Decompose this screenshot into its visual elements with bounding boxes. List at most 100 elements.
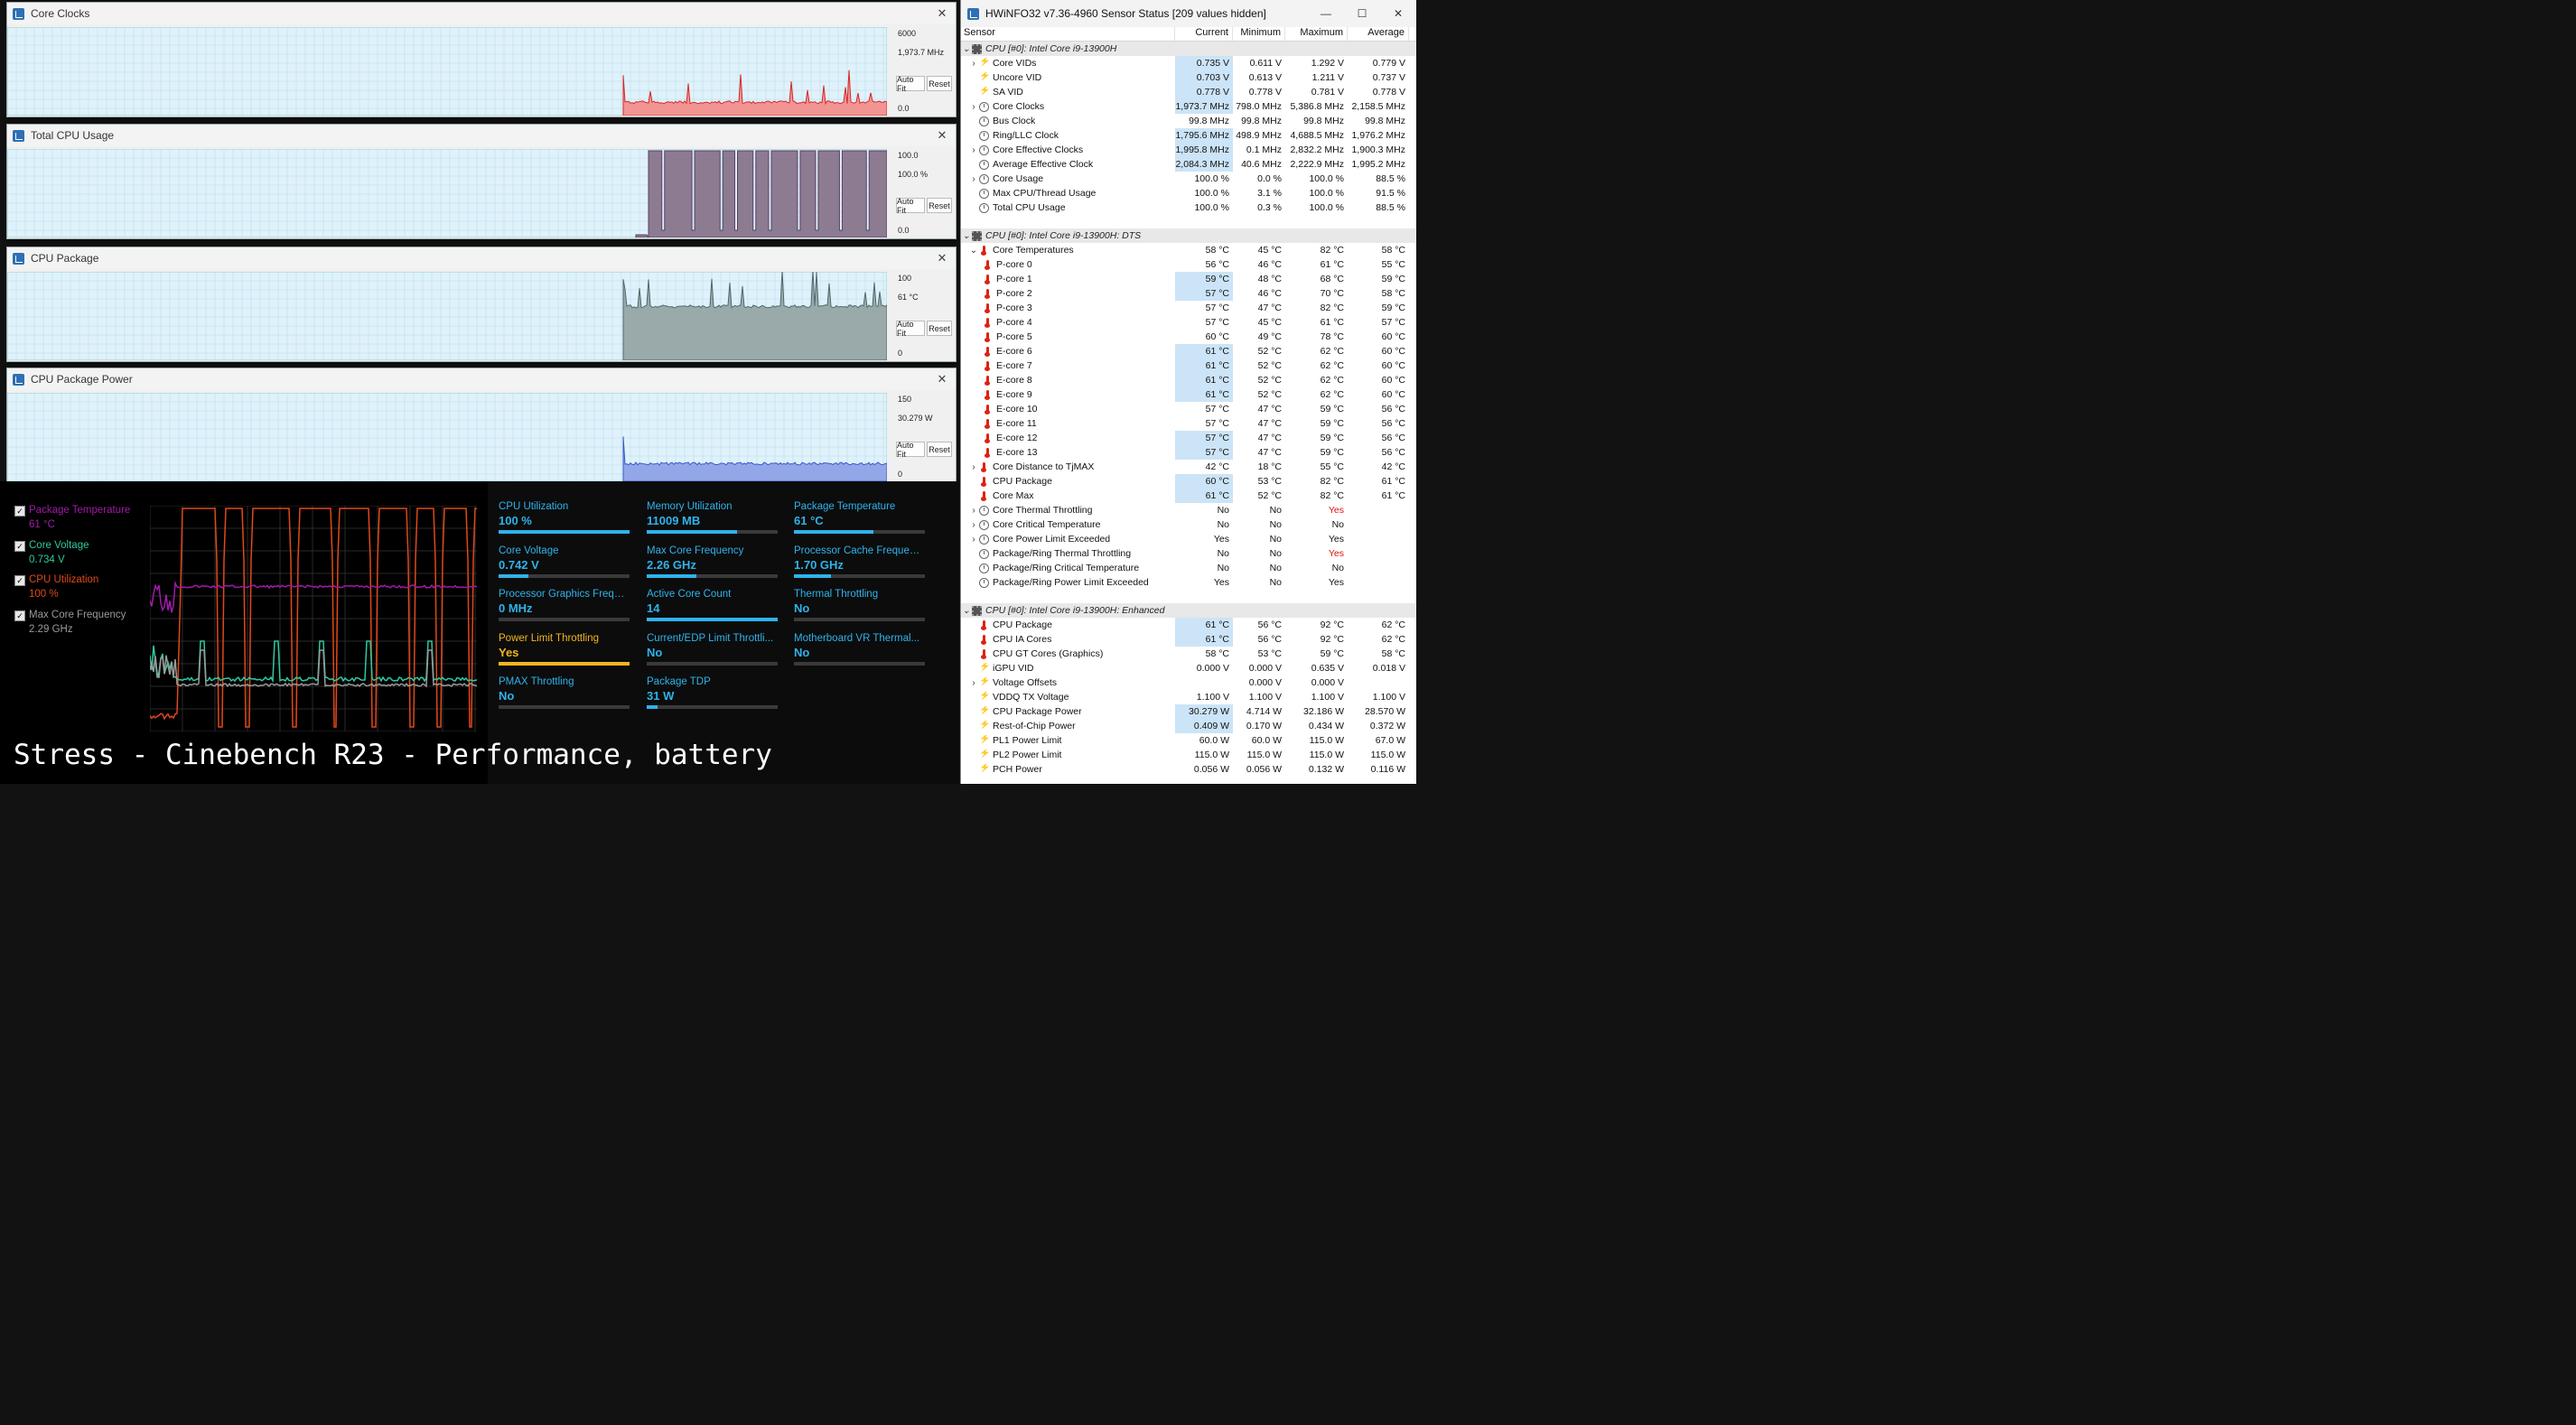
close-icon[interactable]: ✕ [929,128,956,143]
sensor-row[interactable]: E-core 12 57 °C 47 °C 59 °C 56 °C [961,431,1416,445]
sensor-row[interactable]: CPU GT Cores (Graphics) 58 °C 53 °C 59 °C 58… [961,647,1416,661]
sensor-row[interactable]: E-core 9 61 °C 52 °C 62 °C 60 °C [961,387,1416,402]
sensor-row[interactable]: › Core Usage 100.0 % 0.0 % 100.0 % 88.5 % [961,172,1416,186]
close-icon[interactable]: ✕ [1380,7,1416,20]
sensor-row[interactable]: P-core 2 57 °C 46 °C 70 °C 58 °C [961,286,1416,301]
sensor-group-header[interactable]: ⌄ CPU [#0]: Intel Core i9-13900H [961,42,1416,56]
sensor-row[interactable]: Ring/LLC Clock 1,795.6 MHz 498.9 MHz 4,688.… [961,128,1416,143]
sensor-row[interactable]: P-core 0 56 °C 46 °C 61 °C 55 °C [961,257,1416,272]
thermometer-icon [983,433,993,443]
sensor-row[interactable]: E-core 11 57 °C 47 °C 59 °C 56 °C [961,416,1416,431]
sensor-name-cell: E-core 11 [961,418,1175,429]
sensor-row[interactable]: P-core 5 60 °C 49 °C 78 °C 60 °C [961,330,1416,344]
average-value [1348,675,1409,690]
sensor-row[interactable]: E-core 6 61 °C 52 °C 62 °C 60 °C [961,344,1416,359]
sensor-row[interactable]: iGPU VID 0.000 V 0.000 V 0.635 V 0.018 V [961,661,1416,675]
col-sensor[interactable]: Sensor [961,27,1175,41]
expand-icon[interactable]: › [968,678,979,688]
sensor-row[interactable]: Bus Clock 99.8 MHz 99.8 MHz 99.8 MHz 99.8 MH… [961,114,1416,128]
sensor-name: Uncore VID [993,72,1042,83]
sensor-name: E-core 9 [996,389,1032,400]
sensor-row[interactable]: PL1 Power Limit 60.0 W 60.0 W 115.0 W 67.0 W [961,733,1416,748]
col-minimum[interactable]: Minimum [1233,27,1285,41]
average-value: 0.116 W [1370,764,1405,775]
sensor-row[interactable]: › Core Distance to TjMAX 42 °C 18 °C 55 °C 42… [961,460,1416,474]
close-icon[interactable]: ✕ [929,251,956,265]
close-icon[interactable]: ✕ [929,372,956,387]
maximum-value: 62 °C [1320,360,1344,371]
legend-checkbox[interactable]: ✓ [14,610,25,621]
sensor-row[interactable]: › Core Clocks 1,973.7 MHz 798.0 MHz 5,386.8 … [961,99,1416,114]
sensor-row[interactable]: Total CPU Usage 100.0 % 0.3 % 100.0 % 88.5 % [961,200,1416,215]
expand-icon[interactable]: › [968,462,979,472]
sensor-table: ⌄ CPU [#0]: Intel Core i9-13900H › Core VID… [961,42,1416,777]
collapse-icon[interactable]: ⌄ [968,246,979,256]
expand-icon[interactable]: › [968,145,979,155]
auto-fit-button[interactable]: Auto Fit [896,441,925,459]
expand-icon[interactable]: › [968,506,979,516]
expand-icon[interactable]: › [968,59,979,69]
sensor-row[interactable]: E-core 7 61 °C 52 °C 62 °C 60 °C [961,359,1416,373]
sensor-row[interactable]: Package/Ring Power Limit Exceeded Yes No Ye… [961,575,1416,590]
sensor-row[interactable]: › Core Critical Temperature No No No [961,517,1416,532]
sensor-group-header[interactable]: ⌄ CPU [#0]: Intel Core i9-13900H: Enhance… [961,603,1416,618]
col-maximum[interactable]: Maximum [1285,27,1348,41]
sensor-row[interactable]: › Core Thermal Throttling No No Yes [961,503,1416,517]
auto-fit-button[interactable]: Auto Fit [896,75,925,93]
auto-fit-button[interactable]: Auto Fit [896,320,925,338]
sensor-row[interactable]: E-core 13 57 °C 47 °C 59 °C 56 °C [961,445,1416,460]
sensor-name-cell: Max CPU/Thread Usage [961,188,1175,199]
legend-checkbox[interactable]: ✓ [14,540,25,552]
sensor-row[interactable]: VDDQ TX Voltage 1.100 V 1.100 V 1.100 V 1.10… [961,690,1416,704]
sensor-row[interactable]: Average Effective Clock 2,084.3 MHz 40.6 M… [961,157,1416,172]
sensor-row[interactable]: › Core VIDs 0.735 V 0.611 V 1.292 V 0.779 V [961,56,1416,70]
reset-button[interactable]: Reset [927,76,952,91]
sensor-row[interactable]: P-core 4 57 °C 45 °C 61 °C 57 °C [961,315,1416,330]
sensor-row[interactable]: Max CPU/Thread Usage 100.0 % 3.1 % 100.0 % 9… [961,186,1416,200]
expand-icon[interactable]: › [968,520,979,530]
collapse-icon[interactable]: ⌄ [961,606,972,616]
sensor-row[interactable]: Package/Ring Critical Temperature No No No [961,561,1416,575]
col-current[interactable]: Current [1175,27,1233,41]
sensor-row[interactable]: CPU Package 60 °C 53 °C 82 °C 61 °C [961,474,1416,489]
legend-name: Package Temperature [29,505,131,516]
sensor-row[interactable]: CPU Package 61 °C 56 °C 92 °C 62 °C [961,618,1416,632]
sensor-row[interactable]: Rest-of-Chip Power 0.409 W 0.170 W 0.434 W 0… [961,719,1416,733]
sensor-row[interactable]: PL2 Power Limit 115.0 W 115.0 W 115.0 W 115.… [961,748,1416,762]
graph-window-3: CPU Package Power ✕ 150 30.279 W 0 Auto Fit Re… [6,368,957,483]
sensor-row[interactable]: › Core Effective Clocks 1,995.8 MHz 0.1 MHz… [961,143,1416,157]
reset-button[interactable]: Reset [927,442,952,457]
sensor-row[interactable]: Core Max 61 °C 52 °C 82 °C 61 °C [961,489,1416,503]
sensor-row[interactable]: Uncore VID 0.703 V 0.613 V 1.211 V 0.737 V [961,70,1416,85]
sensor-row[interactable]: P-core 3 57 °C 47 °C 82 °C 59 °C [961,301,1416,315]
expand-icon[interactable]: › [968,174,979,184]
auto-fit-button[interactable]: Auto Fit [896,197,925,215]
sensor-row[interactable]: CPU Package Power 30.279 W 4.714 W 32.186 W… [961,704,1416,719]
sensor-row[interactable]: PCH Power 0.056 W 0.056 W 0.132 W 0.116 W [961,762,1416,777]
legend-checkbox[interactable]: ✓ [14,575,25,586]
col-average[interactable]: Average [1348,27,1409,41]
sensor-row[interactable]: › Core Power Limit Exceeded Yes No Yes [961,532,1416,546]
reset-button[interactable]: Reset [927,321,952,336]
maximum-value: 92 °C [1320,634,1344,645]
sensor-group-header[interactable]: ⌄ CPU [#0]: Intel Core i9-13900H: DTS [961,228,1416,243]
sensor-row[interactable]: › Voltage Offsets 0.000 V 0.000 V [961,675,1416,690]
sensor-row[interactable]: E-core 10 57 °C 47 °C 59 °C 56 °C [961,402,1416,416]
expand-icon[interactable]: › [968,535,979,545]
maximize-icon[interactable]: ☐ [1344,7,1380,20]
close-icon[interactable]: ✕ [929,6,956,21]
sensor-row[interactable]: CPU IA Cores 61 °C 56 °C 92 °C 62 °C [961,632,1416,647]
sensor-row[interactable]: E-core 8 61 °C 52 °C 62 °C 60 °C [961,373,1416,387]
collapse-icon[interactable]: ⌄ [961,231,972,241]
sensor-row[interactable]: SA VID 0.778 V 0.778 V 0.781 V 0.778 V [961,85,1416,99]
minimum-value: 798.0 MHz [1236,101,1282,112]
sensor-row[interactable]: ⌄ Core Temperatures 58 °C 45 °C 82 °C 58 °C [961,243,1416,257]
minimize-icon[interactable]: — [1308,7,1344,20]
legend-checkbox[interactable]: ✓ [14,506,25,517]
sensor-row[interactable]: Package/Ring Thermal Throttling No No Yes [961,546,1416,561]
sensor-row[interactable]: P-core 1 59 °C 48 °C 68 °C 59 °C [961,272,1416,286]
column-header[interactable]: Sensor Current Minimum Maximum Average [961,27,1416,42]
expand-icon[interactable]: › [968,102,979,112]
collapse-icon[interactable]: ⌄ [961,44,972,54]
reset-button[interactable]: Reset [927,198,952,213]
